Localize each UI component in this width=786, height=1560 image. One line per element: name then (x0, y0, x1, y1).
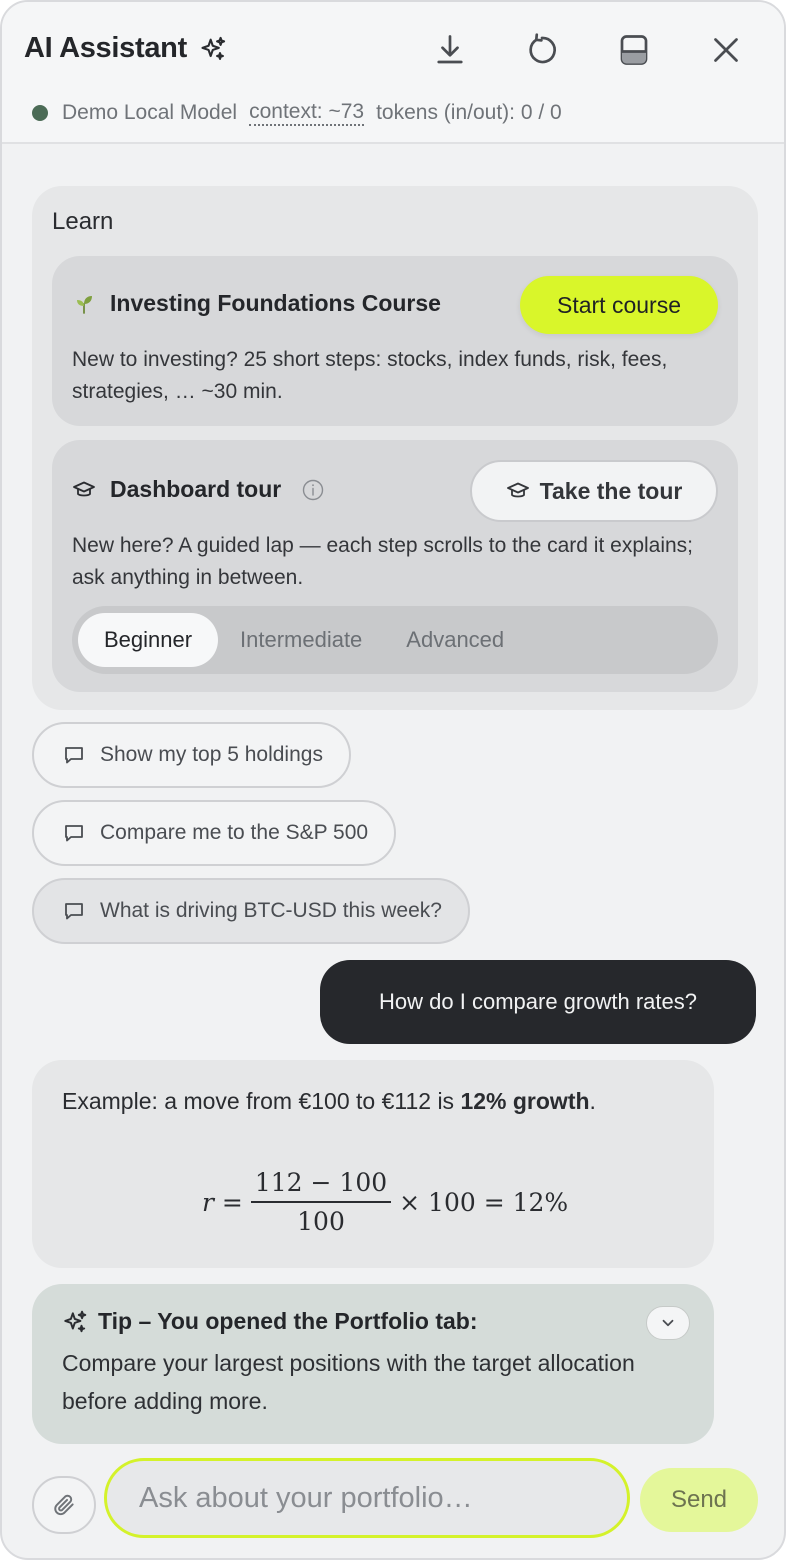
chevron-down-icon (662, 1319, 674, 1327)
level-beginner[interactable]: Beginner (78, 613, 218, 667)
tour-card: Dashboard tour Take the tour New here? A… (52, 440, 738, 692)
graduation-cap-icon (73, 481, 95, 496)
model-name: Demo Local Model (62, 101, 238, 124)
status-dot (32, 105, 48, 121)
info-icon[interactable] (301, 478, 325, 502)
token-count: tokens (in/out): 0 / 0 (376, 101, 562, 124)
reset-button[interactable] (518, 26, 566, 74)
attach-button[interactable] (32, 1476, 96, 1534)
suggestion-label: What is driving BTC-USD this week? (100, 899, 442, 922)
chat-bubble-icon (65, 903, 83, 920)
level-selector: Beginner Intermediate Advanced (72, 606, 718, 674)
panel-title-text: AI Assistant (24, 32, 187, 64)
send-button[interactable]: Send (640, 1468, 758, 1532)
level-advanced[interactable]: Advanced (384, 613, 526, 667)
model-status: Demo Local Model context: ~73 tokens (in… (32, 100, 562, 126)
chat-input[interactable] (104, 1458, 630, 1538)
panel-header: AI Assistant Demo Local Model context: ~… (2, 2, 784, 144)
suggestion-chip[interactable]: Compare me to the S&P 500 (32, 800, 397, 866)
learn-card: Learn Investing Foundations Course Start… (32, 186, 758, 710)
suggestion-chip[interactable]: Show my top 5 holdings (32, 722, 351, 788)
download-button[interactable] (426, 26, 474, 74)
graduation-cap-icon (506, 482, 529, 498)
assistant-message: Example: a move from €100 to €112 is 12%… (32, 1060, 714, 1268)
assistant-message-text: Example: a move from €100 to €112 is 12%… (62, 1082, 682, 1120)
sparkles-icon (64, 1310, 87, 1332)
formula-denominator: 100 (297, 1207, 345, 1236)
tip-header: Tip – You opened the Portfolio tab: (62, 1308, 478, 1335)
take-tour-label: Take the tour (539, 477, 683, 504)
formula-numerator: 112 − 100 (250, 1168, 392, 1203)
growth-formula: r = 112 − 100 100 × 100 = 12% (202, 1168, 568, 1236)
formula-rhs: × 100 = 12% (399, 1187, 569, 1217)
start-course-button[interactable]: Start course (520, 276, 718, 334)
close-button[interactable] (702, 26, 750, 74)
tip-title: Tip – You opened the Portfolio tab: (98, 1308, 478, 1334)
paperclip-icon (54, 1494, 74, 1516)
tour-header: Dashboard tour (72, 476, 325, 503)
course-card: Investing Foundations Course Start cours… (52, 256, 738, 426)
chat-bubble-icon (65, 747, 83, 764)
suggestion-label: Show my top 5 holdings (100, 743, 323, 766)
chat-bubble-icon (65, 825, 83, 842)
formula-fraction: 112 − 100 100 (250, 1168, 392, 1236)
reset-icon (529, 33, 556, 64)
tip-text: Compare your largest positions with the … (62, 1350, 635, 1414)
suggestion-chip[interactable]: What is driving BTC-USD this week? (32, 878, 470, 944)
message-text-before: Example: a move from €100 to €112 is (62, 1088, 461, 1114)
message-text-after: . (589, 1088, 596, 1114)
tour-title: Dashboard tour (110, 476, 282, 502)
tour-description: New here? A guided lap — each step scrol… (72, 534, 694, 589)
panel-title: AI Assistant (24, 32, 227, 65)
message-text-bold: 12% growth (460, 1088, 590, 1114)
close-icon (714, 38, 738, 62)
formula-lhs: r = (202, 1187, 243, 1217)
suggestion-label: Compare me to the S&P 500 (100, 821, 369, 844)
course-description: New to investing? 25 short steps: stocks… (72, 348, 668, 403)
course-title: Investing Foundations Course (110, 290, 441, 316)
learn-title: Learn (52, 208, 114, 235)
tip-collapse-button[interactable] (646, 1306, 690, 1340)
layout-button[interactable] (610, 26, 658, 74)
tip-card: Tip – You opened the Portfolio tab: Comp… (32, 1284, 714, 1444)
context-indicator[interactable]: context: ~73 (249, 100, 365, 126)
assistant-panel: AI Assistant Demo Local Model context: ~… (0, 0, 786, 1560)
take-tour-button[interactable]: Take the tour (470, 460, 718, 522)
course-header: Investing Foundations Course (72, 290, 441, 317)
user-message: How do I compare growth rates? (320, 960, 756, 1044)
download-icon (437, 35, 463, 64)
dock-layout-icon (620, 35, 648, 65)
level-intermediate[interactable]: Intermediate (218, 613, 384, 667)
sparkles-icon (201, 36, 226, 60)
seedling-icon (77, 295, 92, 314)
